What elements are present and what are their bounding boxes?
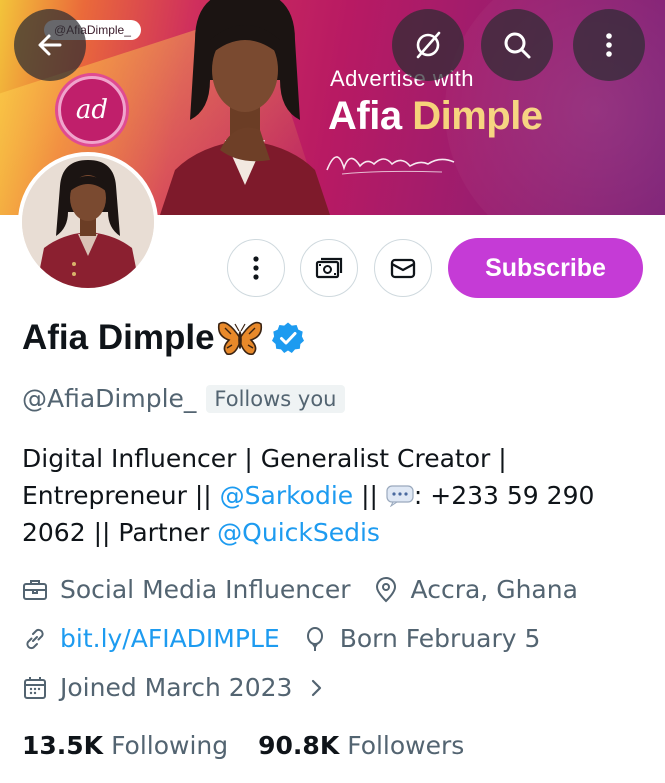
profile-location: Accra, Ghana [410,575,578,604]
profile-stats: 13.5K Following 90.8K Followers [22,731,464,760]
subscribe-button[interactable]: Subscribe [448,238,643,298]
more-vertical-icon [253,256,259,280]
grok-icon [416,31,441,59]
profile-handle-row: @AfiaDimple_ Follows you [22,384,345,413]
following-count[interactable]: 13.5K [22,731,103,760]
search-button[interactable] [481,9,553,81]
banner-ad-name: Afia Dimple [328,94,543,139]
banner-ad-name-first: Afia [328,94,413,138]
profile-category: Social Media Influencer [60,575,351,604]
bio-mention-sarkodie[interactable]: @Sarkodie [220,481,354,510]
profile-meta-row-2: bit.ly/AFIADIMPLE Born February 5 [22,624,540,653]
profile-bio: Digital Influencer | Generalist Creator … [22,440,642,551]
butterfly-emoji-icon [217,321,262,356]
arrow-left-icon [38,34,62,56]
back-button[interactable] [14,9,86,81]
briefcase-icon [23,579,47,600]
profile-display-name: Afia Dimple [22,318,215,357]
profile-name-row: Afia Dimple [22,318,305,358]
follows-you-badge: Follows you [206,384,345,413]
speech-bubble-emoji-icon [386,485,414,507]
followers-count[interactable]: 90.8K [258,731,339,760]
search-icon [504,32,531,59]
tip-button[interactable] [300,239,358,297]
money-icon [315,257,343,279]
balloon-icon [306,626,323,651]
grok-button[interactable] [392,9,464,81]
followers-label[interactable]: Followers [347,731,464,760]
banner-logo: ad [58,76,126,144]
profile-handle: @AfiaDimple_ [22,384,197,413]
banner-signature [326,156,455,175]
more-options-button[interactable] [573,9,645,81]
profile-joined-date: Joined March 2023 [60,673,293,702]
banner-ad-name-second: Dimple [412,94,543,138]
profile-meta-row-1: Social Media Influencer Accra, Ghana [22,575,578,604]
profile-birthday: Born February 5 [339,624,541,653]
verified-badge-icon [271,322,304,353]
avatar-photo [22,156,154,288]
location-pin-icon [375,576,396,602]
profile-more-button[interactable] [227,239,285,297]
profile-meta-row-3[interactable]: Joined March 2023 [22,673,326,702]
more-vertical-icon [606,33,612,57]
message-button[interactable] [374,239,432,297]
calendar-icon [24,676,46,699]
bio-text: || [353,481,386,510]
following-label[interactable]: Following [111,731,228,760]
link-icon [26,628,44,649]
mail-icon [390,258,416,279]
banner-portrait-image [160,0,330,215]
chevron-right-icon [312,679,322,696]
profile-website-link[interactable]: bit.ly/AFIADIMPLE [60,624,280,653]
profile-avatar[interactable] [18,152,158,292]
bio-mention-quicksedis[interactable]: @QuickSedis [217,518,380,547]
